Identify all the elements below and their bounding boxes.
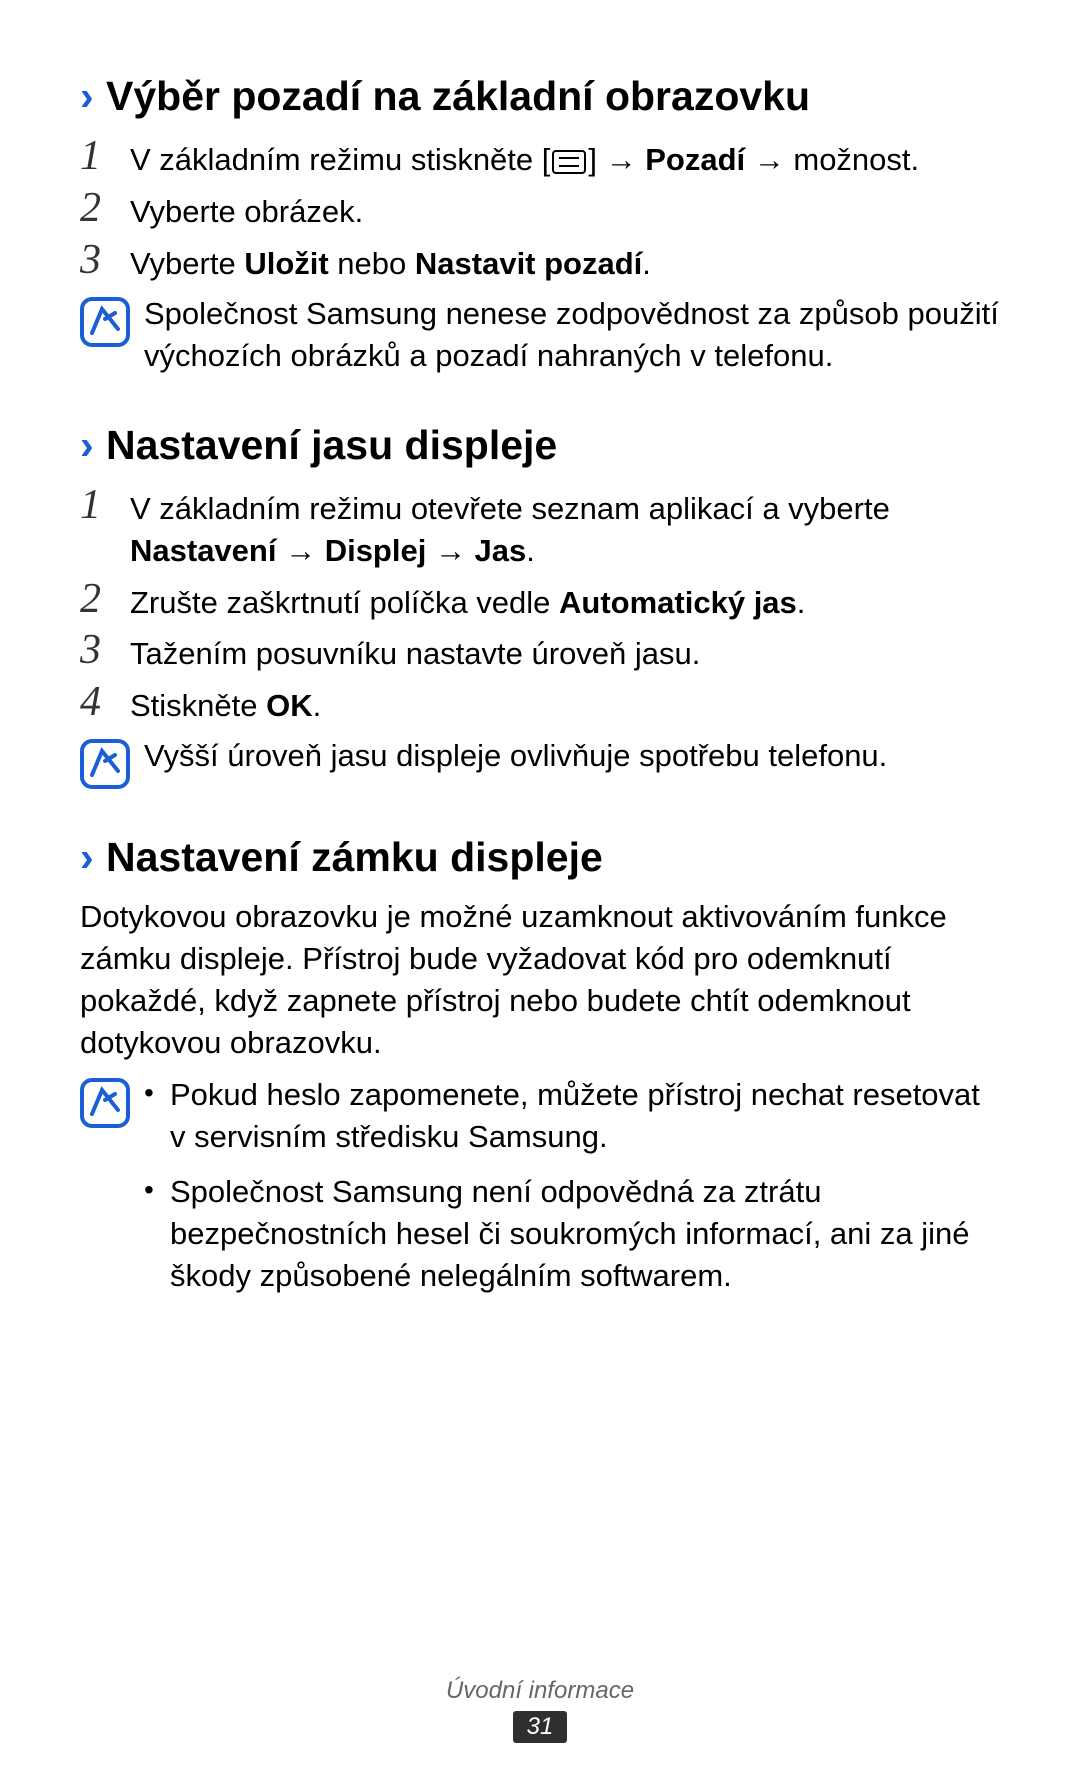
step-number: 3 xyxy=(80,239,130,281)
step-item: 4 Stiskněte OK. xyxy=(80,681,1000,727)
step-text: Vyberte Uložit nebo Nastavit pozadí. xyxy=(130,239,651,285)
paragraph-lock: Dotykovou obrazovku je možné uzamknout a… xyxy=(80,896,1000,1063)
footer-section-label: Úvodní informace xyxy=(0,1677,1080,1705)
step-number: 2 xyxy=(80,187,130,229)
step-item: 2 Vyberte obrázek. xyxy=(80,187,1000,233)
steps-wallpaper: 1 V základním režimu stiskněte [ ] → Poz… xyxy=(80,135,1000,285)
document-page: ›Výběr pozadí na základní obrazovku 1 V … xyxy=(0,0,1080,1771)
note-box: Pokud heslo zapomenete, můžete přístroj … xyxy=(80,1074,1000,1311)
step-text: Stiskněte OK. xyxy=(130,681,321,727)
chevron-icon: › xyxy=(80,831,106,884)
note-list-item: Pokud heslo zapomenete, můžete přístroj … xyxy=(144,1074,1000,1158)
note-icon xyxy=(80,1078,130,1128)
heading-lock: ›Nastavení zámku displeje xyxy=(80,831,1000,884)
step-number: 1 xyxy=(80,135,130,177)
step-text: V základním režimu stiskněte [ ] → Pozad… xyxy=(130,135,919,181)
step-number: 2 xyxy=(80,578,130,620)
steps-brightness: 1 V základním režimu otevřete seznam apl… xyxy=(80,484,1000,727)
step-text: Vyberte obrázek. xyxy=(130,187,363,233)
note-box: Vyšší úroveň jasu displeje ovlivňuje spo… xyxy=(80,735,1000,789)
note-icon xyxy=(80,297,130,347)
page-number-badge: 31 xyxy=(513,1711,568,1743)
chevron-icon: › xyxy=(80,70,106,123)
note-list-item: Společnost Samsung není odpovědná za ztr… xyxy=(144,1171,1000,1297)
heading-text: Nastavení zámku displeje xyxy=(106,834,603,880)
step-item: 3 Vyberte Uložit nebo Nastavit pozadí. xyxy=(80,239,1000,285)
page-footer: Úvodní informace 31 xyxy=(0,1677,1080,1743)
step-number: 3 xyxy=(80,629,130,671)
note-icon xyxy=(80,739,130,789)
note-box: Společnost Samsung nenese zodpovědnost z… xyxy=(80,293,1000,377)
step-text: V základním režimu otevřete seznam aplik… xyxy=(130,484,1000,572)
note-text: Vyšší úroveň jasu displeje ovlivňuje spo… xyxy=(144,735,887,777)
note-list: Pokud heslo zapomenete, můžete přístroj … xyxy=(144,1074,1000,1311)
note-text: Společnost Samsung nenese zodpovědnost z… xyxy=(144,293,1000,377)
step-item: 1 V základním režimu otevřete seznam apl… xyxy=(80,484,1000,572)
step-number: 4 xyxy=(80,681,130,723)
step-number: 1 xyxy=(80,484,130,526)
chevron-icon: › xyxy=(80,419,106,472)
heading-text: Nastavení jasu displeje xyxy=(106,422,557,468)
step-item: 1 V základním režimu stiskněte [ ] → Poz… xyxy=(80,135,1000,181)
step-text: Tažením posuvníku nastavte úroveň jasu. xyxy=(130,629,700,675)
step-text: Zrušte zaškrtnutí políčka vedle Automati… xyxy=(130,578,805,624)
heading-brightness: ›Nastavení jasu displeje xyxy=(80,419,1000,472)
step-item: 3 Tažením posuvníku nastavte úroveň jasu… xyxy=(80,629,1000,675)
heading-wallpaper: ›Výběr pozadí na základní obrazovku xyxy=(80,70,1000,123)
heading-text: Výběr pozadí na základní obrazovku xyxy=(106,73,810,119)
menu-icon xyxy=(552,150,586,174)
step-item: 2 Zrušte zaškrtnutí políčka vedle Automa… xyxy=(80,578,1000,624)
